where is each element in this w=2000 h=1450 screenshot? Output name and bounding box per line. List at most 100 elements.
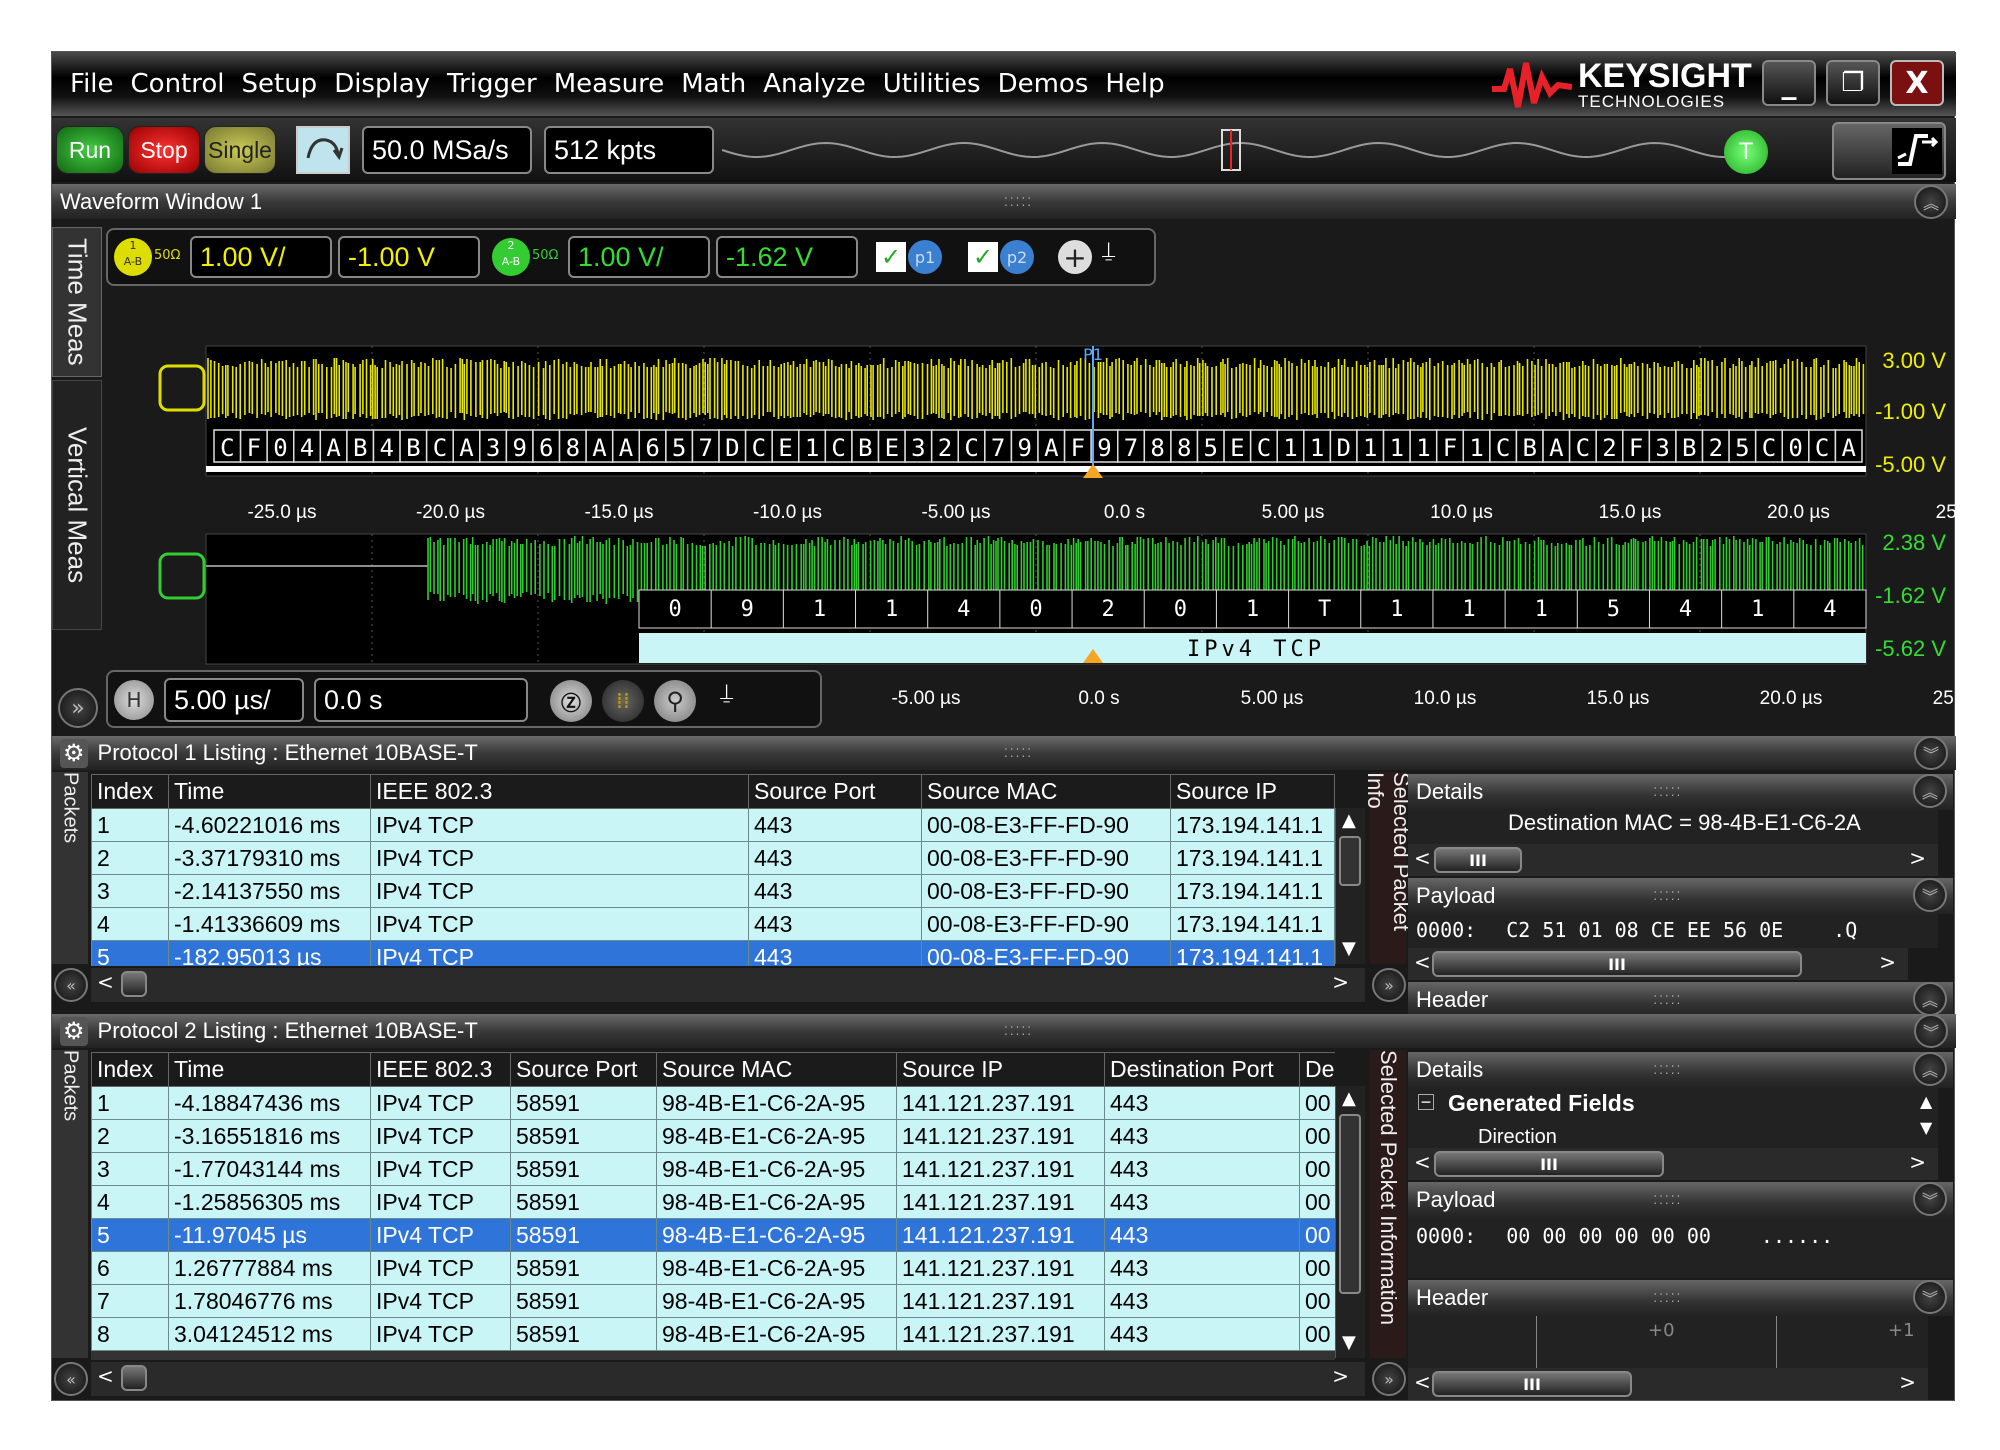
table-cell[interactable]: 00	[1299, 1119, 1335, 1153]
table-cell[interactable]: 6	[91, 1251, 169, 1285]
column-header-index[interactable]: Index	[91, 774, 169, 809]
table-row[interactable]: 3 -1.77043144 ms IPv4 TCP 58591 98-4B-E1-C6-…	[91, 1152, 1335, 1186]
table-row[interactable]: 5 -182.95013 µs IPv4 TCP 443 00-08-E3-FF-FD-…	[91, 940, 1335, 966]
acquisition-overview[interactable]	[722, 126, 1772, 174]
selected-packet-info-tab[interactable]: Selected Packet Info	[1363, 772, 1414, 964]
table-cell[interactable]: 443	[1104, 1251, 1300, 1285]
table-cell[interactable]: 1	[91, 1086, 169, 1120]
table-cell[interactable]: -2.14137550 ms	[168, 874, 371, 908]
table-cell[interactable]: 98-4B-E1-C6-2A-95	[656, 1317, 897, 1351]
horizontal-scrollbar[interactable]: < III >	[1408, 1148, 1938, 1180]
minimize-button[interactable]: _	[1762, 60, 1816, 106]
table-cell[interactable]: 141.121.237.191	[896, 1119, 1105, 1153]
table-cell[interactable]: -1.41336609 ms	[168, 907, 371, 941]
table-cell[interactable]: 141.121.237.191	[896, 1185, 1105, 1219]
table-cell[interactable]: 443	[1104, 1218, 1300, 1252]
table-cell[interactable]: 98-4B-E1-C6-2A-95	[656, 1152, 897, 1186]
scroll-down-icon[interactable]: ▼	[1342, 938, 1356, 959]
tab-vertical-meas[interactable]: Vertical Meas	[52, 380, 102, 630]
table-cell[interactable]: 141.121.237.191	[896, 1152, 1105, 1186]
table-cell[interactable]: 00	[1299, 1284, 1335, 1318]
table-cell[interactable]: 3	[91, 1152, 169, 1186]
table-row[interactable]: 1 -4.18847436 ms IPv4 TCP 58591 98-4B-E1-C6-…	[91, 1086, 1335, 1120]
table-row[interactable]: 2 -3.37179310 ms IPv4 TCP 443 00-08-E3-FF-FD…	[91, 841, 1335, 875]
table-cell[interactable]: 00-08-E3-FF-FD-90	[921, 907, 1171, 941]
trigger-badge[interactable]: T	[1724, 130, 1768, 174]
table-cell[interactable]: 141.121.237.191	[896, 1317, 1105, 1351]
column-header-time[interactable]: Time	[168, 774, 371, 809]
table-cell[interactable]: 443	[748, 874, 922, 908]
table-cell[interactable]: 141.121.237.191	[896, 1086, 1105, 1120]
table-cell[interactable]: -1.25856305 ms	[168, 1185, 371, 1219]
column-header-source-ip[interactable]: Source IP	[1170, 774, 1335, 809]
table-cell[interactable]: -3.16551816 ms	[168, 1119, 371, 1153]
drag-grip[interactable]: ⁚⁚⁚⁚⁚	[1004, 746, 1033, 760]
sample-rate-field[interactable]: 50.0 MSa/s	[362, 126, 532, 174]
table-cell[interactable]: IPv4 TCP	[370, 874, 749, 908]
packets-side-tab[interactable]: Packets	[52, 772, 88, 964]
table-cell[interactable]: 2	[91, 1119, 169, 1153]
table-cell[interactable]: -182.95013 µs	[168, 940, 371, 966]
run-button[interactable]: Run	[56, 126, 124, 174]
auto-scale-button[interactable]	[296, 126, 350, 174]
collapse-left-icon[interactable]: «	[54, 968, 88, 1002]
tree-collapse-icon[interactable]: −	[1418, 1093, 1434, 1111]
table-cell[interactable]: 00	[1299, 1317, 1335, 1351]
scroll-left-icon[interactable]: <	[1414, 846, 1431, 870]
column-header-source-ip[interactable]: Source IP	[896, 1052, 1105, 1087]
table-cell[interactable]: 443	[748, 808, 922, 842]
table-cell[interactable]: 1.26777884 ms	[168, 1251, 371, 1285]
single-button[interactable]: Single	[204, 126, 276, 174]
collapse-down-icon[interactable]: ︾	[1913, 1182, 1947, 1216]
column-header-destination-port[interactable]: Destination Port	[1104, 1052, 1300, 1087]
horizontal-scroll-thumb[interactable]: III	[1434, 1151, 1664, 1177]
menu-analyze[interactable]: Analyze	[763, 69, 865, 99]
scroll-left-icon[interactable]: <	[1414, 950, 1431, 974]
table-cell[interactable]: 173.194.141.1	[1170, 907, 1335, 941]
table-cell[interactable]: 1.78046776 ms	[168, 1284, 371, 1318]
settings-gear-icon[interactable]: ⚙	[60, 738, 88, 768]
table-row[interactable]: 5 -11.97045 µs IPv4 TCP 58591 98-4B-E1-C6-2A…	[91, 1218, 1335, 1252]
protocol-2-badge[interactable]: p2	[1000, 240, 1034, 274]
table-cell[interactable]: -4.18847436 ms	[168, 1086, 371, 1120]
table-cell[interactable]: 443	[1104, 1119, 1300, 1153]
drag-grip[interactable]: ⁚⁚⁚⁚⁚	[1653, 889, 1682, 903]
horizontal-scroll-thumb[interactable]: III	[1432, 951, 1802, 977]
table-cell[interactable]: 98-4B-E1-C6-2A-95	[656, 1119, 897, 1153]
table-cell[interactable]: 98-4B-E1-C6-2A-95	[656, 1086, 897, 1120]
collapse-up-icon[interactable]: ︽	[1914, 185, 1948, 219]
column-header-ieee-802-3[interactable]: IEEE 802.3	[370, 774, 749, 809]
table-cell[interactable]: 00-08-E3-FF-FD-90	[921, 808, 1171, 842]
pin-icon[interactable]: ⍊	[1102, 238, 1115, 263]
table-row[interactable]: 1 -4.60221016 ms IPv4 TCP 443 00-08-E3-FF-FD…	[91, 808, 1335, 842]
table-cell[interactable]: 443	[1104, 1284, 1300, 1318]
drag-grip[interactable]: ⁚⁚⁚⁚⁚	[1653, 1063, 1682, 1077]
table-row[interactable]: 4 -1.25856305 ms IPv4 TCP 58591 98-4B-E1-C6-…	[91, 1185, 1335, 1219]
protocol-1-checkbox[interactable]: ✓	[876, 242, 906, 272]
scroll-up-icon[interactable]: ▲	[1342, 810, 1356, 831]
packets-side-tab[interactable]: Packets	[52, 1050, 88, 1358]
table-cell[interactable]: 98-4B-E1-C6-2A-95	[656, 1284, 897, 1318]
collapse-up-icon[interactable]: ︽	[1913, 982, 1947, 1016]
close-button[interactable]: X	[1890, 60, 1944, 106]
menu-file[interactable]: File	[70, 69, 114, 99]
scroll-down-icon[interactable]: ▼	[1920, 1118, 1932, 1137]
table-cell[interactable]: 443	[748, 841, 922, 875]
table-cell[interactable]: 00-08-E3-FF-FD-90	[921, 940, 1171, 966]
collapse-down-icon[interactable]: ︾	[1913, 1280, 1947, 1314]
horizontal-scrollbar[interactable]: < III >	[1408, 844, 1938, 876]
horizontal-scroll-thumb[interactable]	[121, 1365, 147, 1391]
protocol-2-checkbox[interactable]: ✓	[968, 242, 998, 272]
scroll-right-icon[interactable]: >	[1909, 1150, 1926, 1174]
table-cell[interactable]: 58591	[510, 1152, 657, 1186]
column-header-source-mac[interactable]: Source MAC	[656, 1052, 897, 1087]
table-cell[interactable]: -4.60221016 ms	[168, 808, 371, 842]
table-cell[interactable]: 00	[1299, 1086, 1335, 1120]
scroll-right-icon[interactable]: >	[1332, 1364, 1349, 1388]
table-cell[interactable]: 443	[748, 940, 922, 966]
horizontal-scrollbar[interactable]: < III >	[1408, 1368, 1928, 1400]
table-cell[interactable]: 00	[1299, 1185, 1335, 1219]
table-cell[interactable]: 98-4B-E1-C6-2A-95	[656, 1185, 897, 1219]
scroll-up-icon[interactable]: ▲	[1920, 1092, 1932, 1111]
scroll-right-icon[interactable]: >	[1879, 950, 1896, 974]
